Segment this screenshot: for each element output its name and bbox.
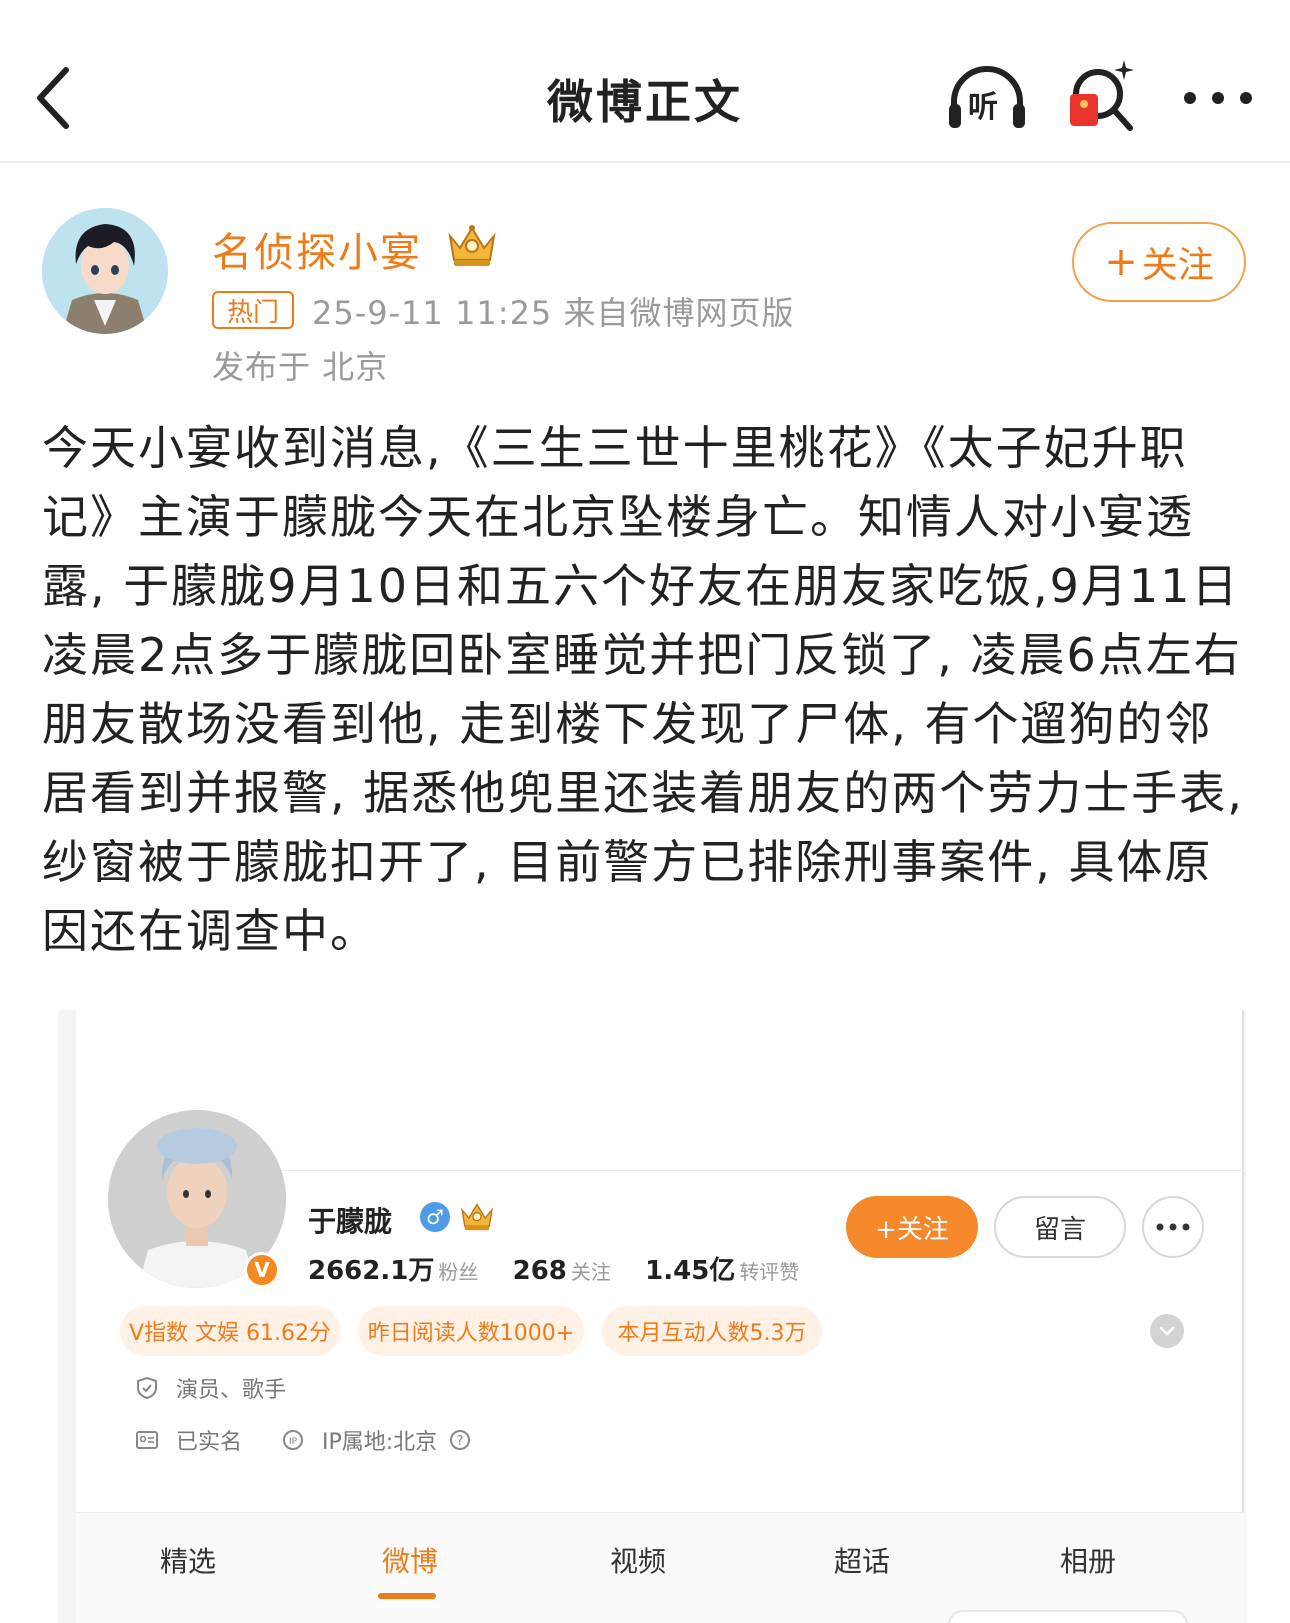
gold-crown-icon	[460, 1203, 494, 1231]
back-button[interactable]	[30, 60, 86, 136]
hot-badge: 热门	[212, 291, 294, 329]
follow-label: 关注	[1141, 245, 1214, 286]
occupation-row: 演员、歌手	[136, 1372, 286, 1404]
plus-icon: +	[1104, 239, 1138, 285]
follow-button[interactable]: + 关注	[1072, 222, 1246, 302]
engagement-label: 转评赞	[739, 1260, 800, 1284]
tab-weibo[interactable]: 微博	[382, 1540, 438, 1580]
red-packet-search-icon	[1070, 60, 1134, 131]
profile-more-button[interactable]	[1142, 1196, 1204, 1258]
verified-name-text: 已实名	[176, 1430, 243, 1455]
following-label: 关注	[570, 1260, 611, 1284]
identity-row: 已实名 IP IP属地:北京 ?	[136, 1424, 489, 1456]
tab-super-topic[interactable]: 超话	[834, 1540, 890, 1580]
male-gender-icon: ♂	[420, 1202, 450, 1232]
author-avatar[interactable]	[42, 208, 168, 334]
anime-avatar-image	[42, 208, 168, 334]
more-dots-icon	[1156, 1223, 1190, 1231]
svg-text:?: ?	[457, 1434, 464, 1449]
message-button[interactable]: 留言	[994, 1196, 1126, 1258]
top-nav-bar: 微博正文 听	[0, 0, 1290, 163]
gold-crown-icon	[448, 225, 496, 266]
shield-check-icon	[137, 1376, 157, 1400]
following-count[interactable]: 268	[513, 1256, 567, 1286]
post-text: 今天小宴收到消息,《三生三世十里桃花》《太子妃升职记》主演于朦胧今天在北京坠楼身…	[42, 421, 1244, 958]
tab-featured[interactable]: 精选	[160, 1540, 216, 1580]
more-dots-icon	[1184, 92, 1252, 104]
bottom-pill	[948, 1610, 1188, 1623]
monthly-interaction-tag[interactable]: 本月互动人数5.3万	[602, 1306, 822, 1356]
embedded-profile-screenshot[interactable]: V 于朦胧 ♂ 2662.1万 粉丝 268 关注 1.45亿 转评赞 +关注 留言 …	[58, 1010, 1246, 1623]
tab-video[interactable]: 视频	[610, 1540, 666, 1580]
back-arrow-icon	[37, 67, 69, 129]
profile-stats: 2662.1万 粉丝 268 关注 1.45亿 转评赞	[308, 1250, 825, 1287]
ip-location-text: IP属地:北京	[322, 1430, 438, 1455]
active-tab-indicator	[378, 1593, 436, 1599]
red-packet-search-button[interactable]	[1068, 58, 1138, 136]
profile-name: 于朦胧	[308, 1205, 393, 1238]
help-question-icon[interactable]: ?	[449, 1429, 471, 1451]
yesterday-reads-tag[interactable]: 昨日阅读人数1000+	[358, 1306, 584, 1356]
profile-follow-button[interactable]: +关注	[846, 1196, 978, 1258]
expand-button[interactable]	[1150, 1314, 1184, 1348]
author-name[interactable]: 名侦探小宴	[212, 220, 422, 278]
chevron-down-icon	[1159, 1326, 1175, 1336]
profile-card: V 于朦胧 ♂ 2662.1万 粉丝 268 关注 1.45亿 转评赞 +关注 留言 …	[76, 1010, 1244, 1623]
ip-location-icon: IP	[283, 1430, 304, 1450]
engagement-count: 1.45亿	[645, 1256, 736, 1286]
svg-text:IP: IP	[289, 1437, 298, 1447]
followers-label: 粉丝	[438, 1260, 479, 1284]
followers-count[interactable]: 2662.1万	[308, 1256, 434, 1286]
v-index-tag[interactable]: V指数 文娱 61.62分	[120, 1306, 340, 1356]
post-timestamp-source: 25-9-11 11:25 来自微博网页版	[312, 294, 795, 332]
more-options-button[interactable]	[1178, 76, 1258, 120]
listen-label: 听	[968, 90, 998, 125]
occupation-text: 演员、歌手	[176, 1378, 287, 1403]
tab-album[interactable]: 相册	[1060, 1540, 1116, 1580]
divider	[276, 1170, 1244, 1171]
id-card-icon	[136, 1431, 158, 1449]
listen-button[interactable]: 听	[946, 64, 1028, 134]
post-location: 发布于 北京	[212, 348, 389, 386]
verified-v-badge: V	[244, 1252, 280, 1288]
